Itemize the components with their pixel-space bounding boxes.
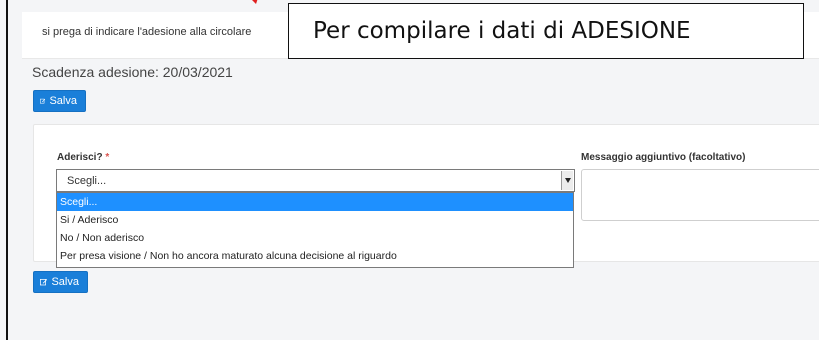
red-arrow-icon (252, 0, 258, 4)
aderisci-select[interactable]: Scegli... (56, 169, 575, 192)
save-button-bottom[interactable]: Salva (33, 271, 88, 293)
aderisci-label: Aderisci? * (57, 152, 109, 163)
save-button-top[interactable]: Salva (33, 90, 86, 112)
save-button-label: Salva (49, 95, 77, 107)
edit-icon (40, 279, 48, 286)
deadline-text: Scadenza adesione: 20/03/2021 (32, 64, 233, 80)
dropdown-option[interactable]: No / Non aderisco (57, 229, 573, 247)
dropdown-option[interactable]: Scegli... (57, 193, 573, 211)
annotation-callout: Per compilare i dati di ADESIONE (288, 3, 804, 59)
save-button-label: Salva (51, 276, 79, 288)
required-mark: * (105, 152, 110, 163)
select-value: Scegli... (67, 175, 107, 187)
dropdown-option[interactable]: Per presa visione / Non ho ancora matura… (57, 247, 573, 265)
dropdown-option[interactable]: Si / Aderisco (57, 211, 573, 229)
message-textarea[interactable] (581, 169, 819, 221)
aderisci-label-text: Aderisci? (57, 152, 103, 163)
aderisci-dropdown-list[interactable]: Scegli... Si / Aderisco No / Non aderisc… (56, 192, 574, 268)
message-label: Messaggio aggiuntivo (facoltativo) (581, 152, 746, 163)
caret-down-icon[interactable] (561, 171, 573, 190)
callout-text: Per compilare i dati di ADESIONE (313, 18, 691, 44)
edit-icon (40, 98, 46, 104)
notice-text: si prega di indicare l'adesione alla cir… (42, 26, 252, 38)
